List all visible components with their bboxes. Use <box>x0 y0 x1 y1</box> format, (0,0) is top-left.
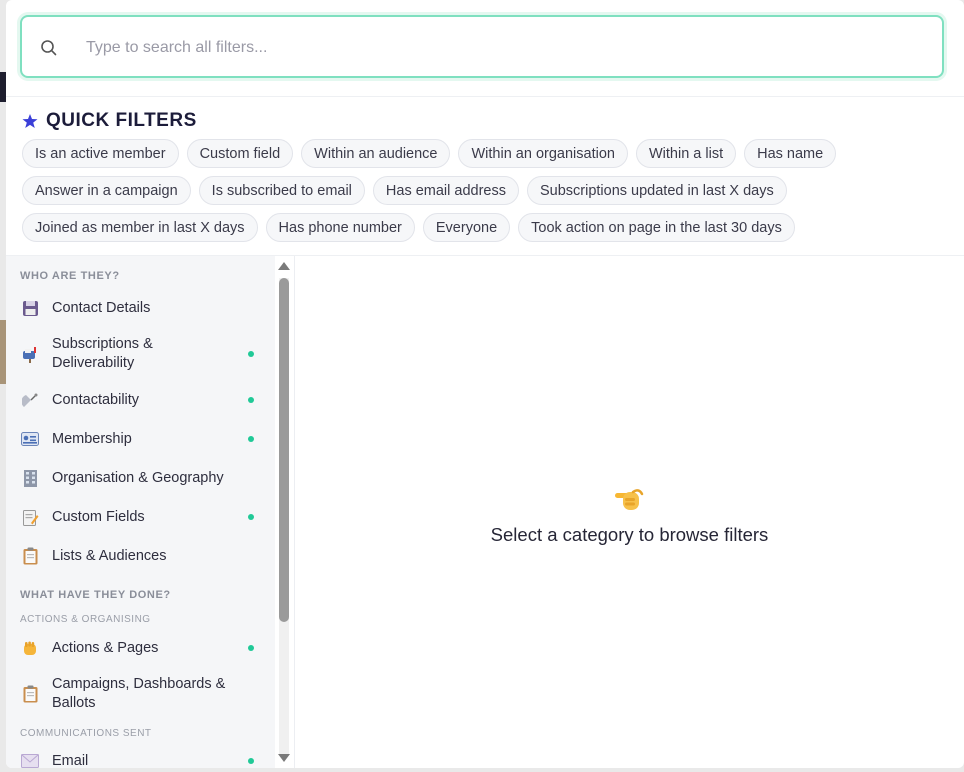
quick-filters-heading: QUICK FILTERS <box>22 110 197 132</box>
raised-fist-icon <box>20 638 40 658</box>
search-box[interactable] <box>20 15 944 78</box>
subsection-heading-comms: COMMUNICATIONS SENT <box>20 728 152 739</box>
quick-filter-chip[interactable]: Within an audience <box>301 139 451 168</box>
pointing-hand-icon <box>615 489 644 510</box>
sidebar-item-label: Subscriptions & Deliverability <box>52 336 153 371</box>
clipboard-icon <box>20 684 40 704</box>
scroll-down-arrow-icon[interactable] <box>278 754 290 762</box>
sidebar-scrollbar[interactable] <box>276 256 294 768</box>
active-indicator-dot <box>248 514 254 520</box>
quick-filter-chip[interactable]: Everyone <box>422 213 511 242</box>
active-indicator-dot <box>248 645 254 651</box>
quick-filter-chip[interactable]: Answer in a campaign <box>22 176 191 205</box>
empty-state-panel: Select a category to browse filters <box>295 256 964 768</box>
divider <box>6 96 964 97</box>
quick-filter-chip[interactable]: Subscriptions updated in last X days <box>526 176 787 205</box>
sidebar-item-actions-pages[interactable]: Actions & Pages <box>20 638 266 658</box>
office-building-icon <box>20 468 40 488</box>
sidebar-item-label: Custom Fields <box>52 508 145 525</box>
quick-filter-chip[interactable]: Has name <box>744 139 837 168</box>
empty-state-message: Select a category to browse filters <box>490 524 769 545</box>
quick-filter-chip[interactable]: Is subscribed to email <box>198 176 365 205</box>
active-indicator-dot <box>248 397 254 403</box>
quick-filter-chip[interactable]: Joined as member in last X days <box>22 213 258 242</box>
sidebar-item-label: Actions & Pages <box>52 639 159 656</box>
sidebar-item-email[interactable]: Email <box>20 751 266 768</box>
star-icon <box>22 114 38 128</box>
quick-filter-chip[interactable]: Has phone number <box>265 213 415 242</box>
sidebar-item-label: Contactability <box>52 391 140 408</box>
sidebar-item-label: Email <box>52 752 89 769</box>
search-icon <box>41 40 57 56</box>
chip-row: Answer in a campaign Is subscribed to em… <box>22 176 952 205</box>
id-card-icon <box>20 429 40 449</box>
quick-filter-chip[interactable]: Within an organisation <box>458 139 628 168</box>
active-indicator-dot <box>248 758 254 764</box>
quick-filter-chip[interactable]: Took action on page in the last 30 days <box>518 213 795 242</box>
quick-filters-title: QUICK FILTERS <box>46 110 197 131</box>
sidebar-item-custom-fields[interactable]: Custom Fields <box>20 507 266 527</box>
active-indicator-dot <box>248 436 254 442</box>
satellite-dish-icon <box>20 390 40 410</box>
envelope-icon <box>20 751 40 768</box>
section-heading-done: WHAT HAVE THEY DONE? <box>20 589 171 601</box>
search-input[interactable] <box>84 31 928 65</box>
sidebar-item-label: Contact Details <box>52 299 151 316</box>
chip-row: Is an active member Custom field Within … <box>22 139 952 168</box>
quick-filter-chip[interactable]: Has email address <box>372 176 519 205</box>
memo-icon <box>20 507 40 527</box>
quick-filter-chip[interactable]: Is an active member <box>22 139 179 168</box>
quick-filter-chip[interactable]: Custom field <box>186 139 294 168</box>
subsection-heading-actions: ACTIONS & ORGANISING <box>20 614 151 625</box>
clipboard-icon <box>20 546 40 566</box>
sidebar-item-organisation-geography[interactable]: Organisation & Geography <box>20 468 266 488</box>
section-heading-who: WHO ARE THEY? <box>20 270 120 282</box>
sidebar-item-label: Campaigns, Dashboards & Ballots <box>52 676 226 711</box>
sidebar-item-campaigns-dashboards-ballots[interactable]: Campaigns, Dashboards & Ballots <box>20 674 266 714</box>
category-sidebar: WHO ARE THEY? Contact Details Subscripti… <box>6 256 275 768</box>
sidebar-item-label: Organisation & Geography <box>52 469 224 486</box>
scrollbar-thumb[interactable] <box>279 278 289 622</box>
sidebar-item-lists-audiences[interactable]: Lists & Audiences <box>20 546 266 566</box>
sidebar-item-subscriptions[interactable]: Subscriptions & Deliverability <box>20 334 266 374</box>
mailbox-icon <box>20 344 40 364</box>
active-indicator-dot <box>248 351 254 357</box>
scroll-up-arrow-icon[interactable] <box>278 262 290 270</box>
sidebar-item-membership[interactable]: Membership <box>20 429 266 449</box>
quick-filter-chip[interactable]: Within a list <box>635 139 737 168</box>
floppy-disk-icon <box>20 298 40 318</box>
sidebar-item-label: Membership <box>52 430 132 447</box>
quick-filter-chips: Is an active member Custom field Within … <box>22 139 952 250</box>
sidebar-item-contact-details[interactable]: Contact Details <box>20 298 266 318</box>
sidebar-item-label: Lists & Audiences <box>52 547 167 564</box>
filter-picker-modal: QUICK FILTERS Is an active member Custom… <box>6 0 964 768</box>
sidebar-item-contactability[interactable]: Contactability <box>20 390 266 410</box>
chip-row: Joined as member in last X days Has phon… <box>22 213 952 242</box>
